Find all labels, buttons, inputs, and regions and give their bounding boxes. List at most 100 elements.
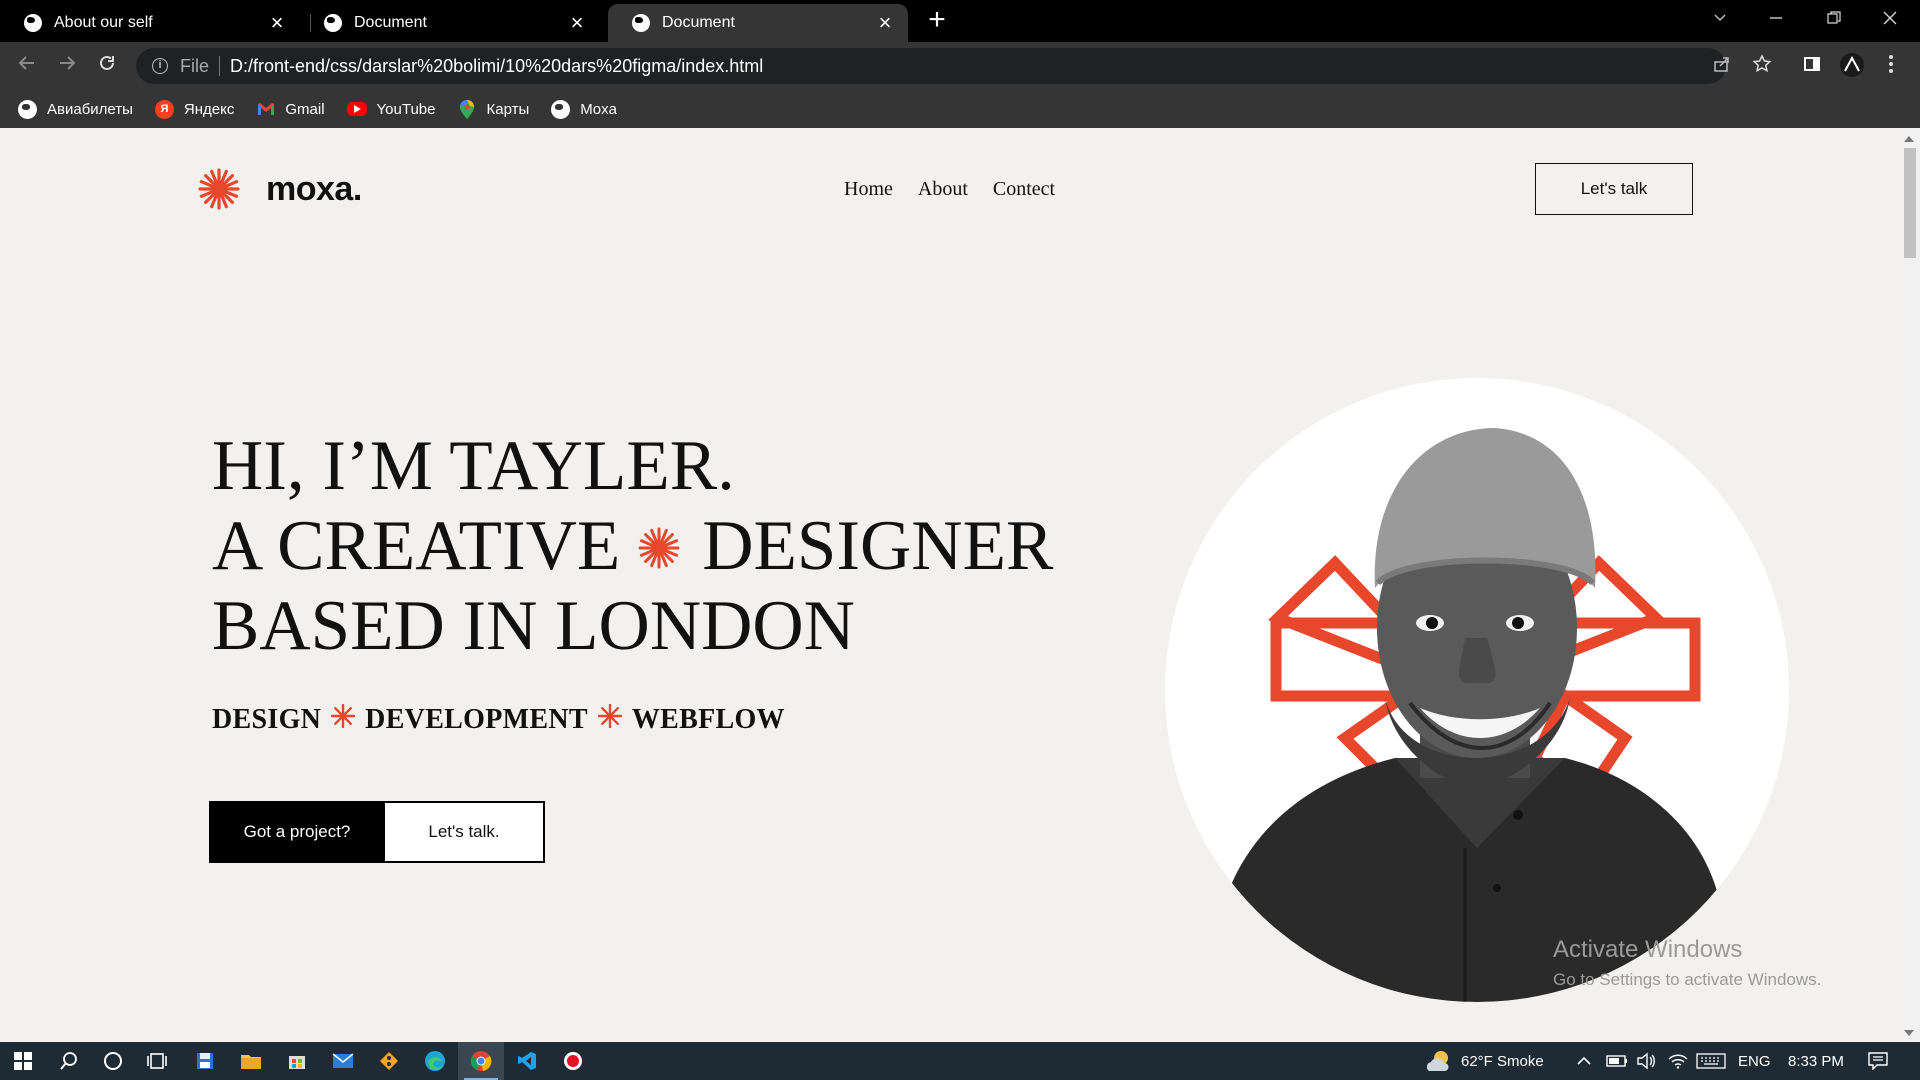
vscode-icon[interactable] xyxy=(504,1042,550,1080)
close-icon[interactable]: × xyxy=(870,12,900,34)
windows-start-icon[interactable] xyxy=(0,1042,46,1080)
web-page: moxa. Home About Contect Let's talk HI, … xyxy=(0,128,1900,1042)
skill-item: DESIGN xyxy=(212,704,322,735)
gmail-icon xyxy=(256,100,275,119)
scrollbar-thumb[interactable] xyxy=(1904,148,1916,258)
task-view-icon[interactable] xyxy=(134,1042,180,1080)
back-arrow-icon[interactable] xyxy=(10,50,44,84)
reload-icon[interactable] xyxy=(90,50,124,84)
bookmark-star-icon[interactable] xyxy=(1747,52,1777,82)
windows-taskbar: 62°F Smoke ENG 8:33 PM xyxy=(0,1042,1920,1080)
volume-icon[interactable] xyxy=(1636,1042,1656,1080)
hero-line-1: HI, I’M TAYLER. xyxy=(212,427,735,505)
microsoft-store-icon[interactable] xyxy=(274,1042,320,1080)
tab-title: Document xyxy=(662,14,735,31)
bookmarks-bar: Авиабилеты Я Яндекс Gmail YouTube Карты … xyxy=(0,90,1920,128)
asterisk-icon xyxy=(638,506,680,586)
nav-about[interactable]: About xyxy=(918,178,968,201)
globe-icon xyxy=(24,14,42,32)
mail-icon[interactable] xyxy=(320,1042,366,1080)
watermark-title: Activate Windows xyxy=(1553,936,1743,963)
asterisk-logo-icon xyxy=(198,168,240,210)
bookmark-youtube[interactable]: YouTube xyxy=(346,100,436,118)
chrome-browser-icon[interactable] xyxy=(458,1042,504,1080)
bookmark-yandex[interactable]: Я Яндекс xyxy=(154,99,234,119)
skill-item: DEVELOPMENT xyxy=(365,704,588,735)
bookmark-gmail[interactable]: Gmail xyxy=(256,100,325,119)
nav-home[interactable]: Home xyxy=(844,178,893,201)
address-toolbar: i File D:/front-end/css/darslar%20bolimi… xyxy=(0,42,1920,90)
hero-line-2: A CREATIVE DESIGNER xyxy=(212,506,1053,586)
bookmark-aviabilety[interactable]: Авиабилеты xyxy=(18,99,133,119)
weather-text: 62°F Smoke xyxy=(1461,1052,1544,1070)
nav-contact[interactable]: Contect xyxy=(993,178,1055,201)
youtube-icon xyxy=(346,102,367,116)
battery-icon[interactable] xyxy=(1606,1042,1628,1080)
hero-line-2-start: A CREATIVE xyxy=(212,507,621,585)
site-logo[interactable]: moxa. xyxy=(198,168,362,210)
screen-recorder-icon[interactable] xyxy=(550,1042,596,1080)
tab-document-2-active[interactable]: Document × xyxy=(608,4,908,42)
close-icon[interactable]: × xyxy=(562,12,592,34)
input-language[interactable]: ENG xyxy=(1738,1042,1771,1080)
save-floppy-app-icon[interactable] xyxy=(182,1042,228,1080)
keyboard-icon[interactable] xyxy=(1696,1042,1726,1080)
wifi-icon[interactable] xyxy=(1668,1042,1688,1080)
portrait-photo xyxy=(1165,378,1789,1002)
scroll-up-icon[interactable] xyxy=(1904,136,1914,142)
address-bar[interactable]: i File D:/front-end/css/darslar%20bolimi… xyxy=(136,48,1726,84)
cortana-icon[interactable] xyxy=(90,1042,136,1080)
profile-avatar-icon[interactable] xyxy=(1837,52,1867,82)
tab-search-chevron-icon[interactable] xyxy=(1692,0,1748,40)
file-explorer-icon[interactable] xyxy=(228,1042,274,1080)
scroll-down-icon[interactable] xyxy=(1904,1030,1914,1036)
edge-browser-icon[interactable] xyxy=(412,1042,458,1080)
tab-about[interactable]: About our self × xyxy=(0,4,300,42)
activate-windows-watermark: Activate Windows Go to Settings to activ… xyxy=(1553,936,1821,990)
yandex-icon: Я xyxy=(154,99,174,119)
notifications-icon[interactable] xyxy=(1868,1042,1888,1080)
bookmark-maps[interactable]: Карты xyxy=(458,99,530,119)
url-scheme-label: File xyxy=(180,55,210,76)
globe-icon xyxy=(18,99,37,119)
bookmark-label: YouTube xyxy=(376,100,436,118)
bookmark-label: Gmail xyxy=(285,100,325,118)
main-nav: Home About Contect xyxy=(844,178,1080,201)
got-a-project-button[interactable]: Got a project? xyxy=(209,801,385,863)
asterisk-icon xyxy=(330,703,356,736)
close-icon[interactable]: × xyxy=(262,12,292,34)
asterisk-icon xyxy=(597,703,623,736)
bookmark-label: Авиабилеты xyxy=(47,100,133,118)
menu-kebab-icon[interactable] xyxy=(1876,52,1906,82)
site-info-icon[interactable]: i xyxy=(152,58,168,74)
lets-talk-secondary-button[interactable]: Let's talk. xyxy=(385,801,545,863)
skills-list: DESIGN DEVELOPMENT WEBFLOW xyxy=(212,703,785,736)
bookmark-label: Moxa xyxy=(580,100,617,118)
forward-arrow-icon[interactable] xyxy=(50,50,84,84)
search-icon[interactable] xyxy=(46,1042,92,1080)
bookmark-moxa[interactable]: Moxa xyxy=(551,99,617,119)
globe-icon xyxy=(551,99,571,119)
skill-item: WEBFLOW xyxy=(631,704,785,735)
weather-widget[interactable]: 62°F Smoke xyxy=(1425,1042,1544,1080)
minimize-icon[interactable] xyxy=(1748,0,1804,40)
side-panel-icon[interactable] xyxy=(1797,52,1827,82)
tab-title: About our self xyxy=(54,14,153,31)
hero-line-3: BASED IN LONDON xyxy=(212,587,855,665)
share-icon[interactable] xyxy=(1707,52,1737,82)
restore-icon[interactable] xyxy=(1806,0,1862,40)
clock[interactable]: 8:33 PM xyxy=(1788,1042,1844,1080)
globe-icon xyxy=(632,14,650,32)
hero-line-2-end: DESIGNER xyxy=(702,507,1054,585)
page-scrollbar[interactable] xyxy=(1900,128,1920,1042)
url-text[interactable]: D:/front-end/css/darslar%20bolimi/10%20d… xyxy=(230,56,763,77)
git-app-icon[interactable] xyxy=(366,1042,412,1080)
lets-talk-button[interactable]: Let's talk xyxy=(1535,163,1693,215)
close-window-icon[interactable] xyxy=(1862,0,1918,40)
new-tab-plus-icon[interactable]: + xyxy=(922,5,952,36)
cta-group: Got a project? Let's talk. xyxy=(209,801,545,863)
bookmark-label: Карты xyxy=(486,100,530,118)
show-hidden-icons-chevron[interactable] xyxy=(1576,1042,1592,1080)
divider xyxy=(219,56,221,76)
tab-document-1[interactable]: Document × xyxy=(300,4,600,42)
